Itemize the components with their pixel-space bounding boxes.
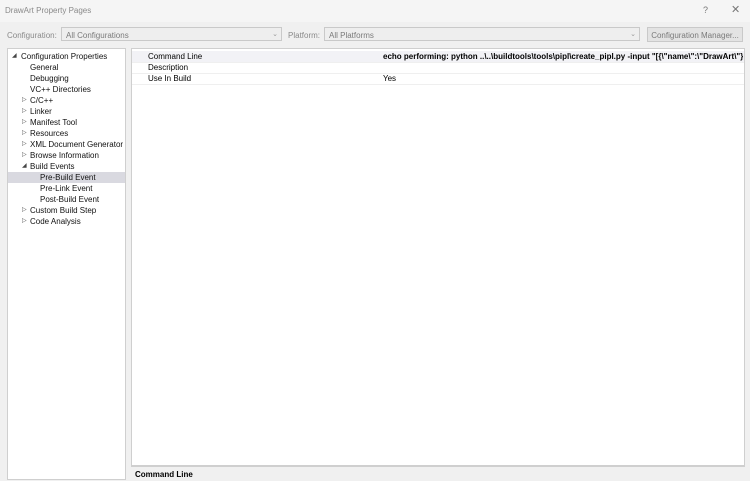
expand-arrow-icon[interactable]: ▷ <box>22 205 27 216</box>
description-panel: Command Line <box>131 466 745 481</box>
expand-arrow-icon[interactable]: ▷ <box>22 216 27 227</box>
property-grid: Command Line echo performing: python ..\… <box>131 48 745 466</box>
title-bar: DrawArt Property Pages ? ✕ <box>0 0 750 22</box>
configuration-manager-button[interactable]: Configuration Manager... <box>647 27 743 42</box>
expand-arrow-icon[interactable]: ▷ <box>22 117 27 128</box>
tree-item-pre-link-event[interactable]: Pre-Link Event <box>8 183 125 194</box>
chevron-down-icon: ⌄ <box>630 31 636 38</box>
chevron-down-icon: ⌄ <box>272 31 278 38</box>
configuration-value: All Configurations <box>66 31 129 40</box>
tree-item-xml-document-generator[interactable]: ▷ XML Document Generator <box>8 139 125 150</box>
tree-item-resources[interactable]: ▷ Resources <box>8 128 125 139</box>
close-button[interactable]: ✕ <box>731 3 740 16</box>
tree-item-build-events[interactable]: ◢ Build Events <box>8 161 125 172</box>
property-name: Use In Build <box>148 74 192 83</box>
tree-item-browse-information[interactable]: ▷ Browse Information <box>8 150 125 161</box>
collapse-arrow-icon[interactable]: ◢ <box>22 161 27 172</box>
tree-item-linker[interactable]: ▷ Linker <box>8 106 125 117</box>
window-title: DrawArt Property Pages <box>5 6 92 15</box>
expand-arrow-icon[interactable]: ▷ <box>22 106 27 117</box>
expand-arrow-icon[interactable]: ▷ <box>22 150 27 161</box>
configuration-dropdown[interactable]: All Configurations ⌄ <box>61 27 282 41</box>
property-row-use-in-build[interactable]: Use In Build Yes <box>132 73 744 85</box>
tree-item-general[interactable]: General <box>8 62 125 73</box>
configuration-toolbar: Configuration: All Configurations ⌄ Plat… <box>0 27 750 43</box>
property-tree[interactable]: ◢ Configuration Properties General Debug… <box>7 48 126 480</box>
property-value[interactable]: echo performing: python ..\..\buildtools… <box>383 51 743 62</box>
collapse-arrow-icon[interactable]: ◢ <box>12 51 17 62</box>
tree-item-custom-build-step[interactable]: ▷ Custom Build Step <box>8 205 125 216</box>
description-title: Command Line <box>135 470 193 479</box>
tree-item-c-cpp[interactable]: ▷ C/C++ <box>8 95 125 106</box>
tree-item-configuration-properties[interactable]: ◢ Configuration Properties <box>8 51 125 62</box>
platform-label: Platform: <box>288 31 321 40</box>
tree-item-vc-directories[interactable]: VC++ Directories <box>8 84 125 95</box>
platform-value: All Platforms <box>329 31 374 40</box>
tree-item-post-build-event[interactable]: Post-Build Event <box>8 194 125 205</box>
tree-item-manifest-tool[interactable]: ▷ Manifest Tool <box>8 117 125 128</box>
help-button[interactable]: ? <box>703 5 708 15</box>
configuration-label: Configuration: <box>7 31 57 40</box>
expand-arrow-icon[interactable]: ▷ <box>22 139 27 150</box>
expand-arrow-icon[interactable]: ▷ <box>22 128 27 139</box>
tree-item-debugging[interactable]: Debugging <box>8 73 125 84</box>
platform-dropdown[interactable]: All Platforms ⌄ <box>324 27 640 41</box>
tree-item-code-analysis[interactable]: ▷ Code Analysis <box>8 216 125 227</box>
expand-arrow-icon[interactable]: ▷ <box>22 95 27 106</box>
property-value[interactable]: Yes <box>383 73 743 84</box>
property-name: Command Line <box>148 52 203 61</box>
property-name: Description <box>148 63 189 72</box>
tree-item-pre-build-event[interactable]: Pre-Build Event <box>8 172 125 183</box>
